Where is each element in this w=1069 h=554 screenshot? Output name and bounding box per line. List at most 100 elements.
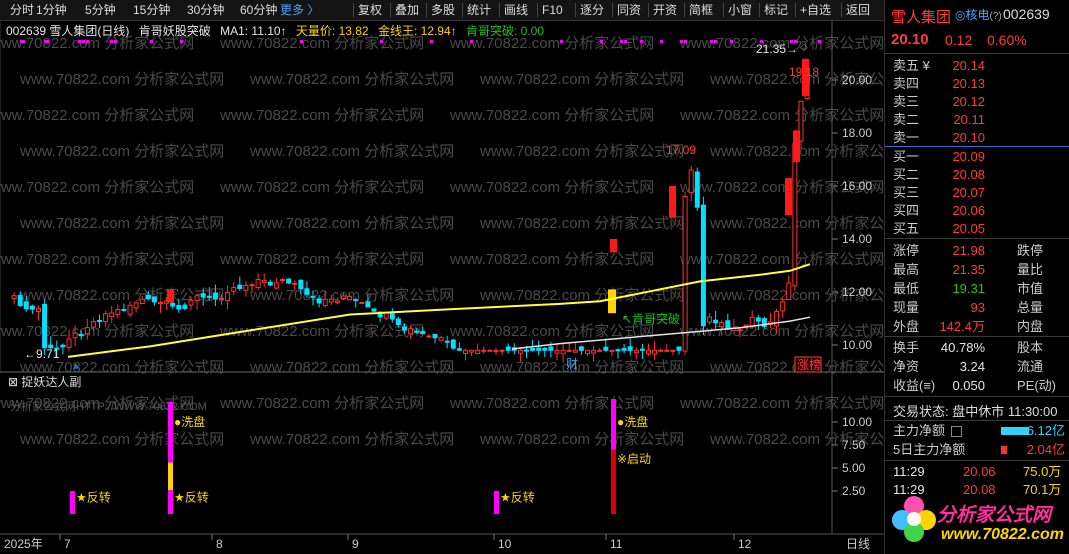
candle-body	[444, 340, 450, 343]
candle-body	[487, 349, 493, 352]
stat-row-label2: 市值	[1017, 281, 1044, 296]
watermark: www.70822.com 分析家公式网	[19, 359, 224, 376]
period-tab-0[interactable]: 分时	[10, 0, 34, 20]
signal-dot	[710, 40, 713, 43]
candle-body-strong	[669, 186, 676, 218]
toolbar-button-1[interactable]: 叠加	[395, 0, 419, 20]
signal-dot	[86, 40, 89, 43]
candle-body	[493, 349, 499, 352]
buy-level-value: 20.07	[952, 185, 985, 200]
candle-body	[554, 349, 560, 354]
stock-name: 雪人集团	[891, 9, 952, 26]
buy-level: 买二 20.08	[893, 165, 1065, 184]
qidong-bar	[611, 449, 616, 514]
stat-row-label2: 量比	[1017, 262, 1044, 277]
period-tab-3[interactable]: 15分钟	[133, 0, 170, 20]
buy-level-value: 20.06	[952, 203, 985, 218]
toolbar-button-13[interactable]: 返回	[846, 0, 870, 20]
watermark: www.70822.com 分析家公式网	[249, 215, 454, 232]
fanzhuan-bar	[70, 491, 75, 514]
main-net-value: -6.12亿	[1022, 423, 1065, 438]
watermark: www.70822.com 分析家公式网	[249, 359, 454, 376]
toolbar-button-10[interactable]: 小窗	[728, 0, 752, 20]
peak-label: 17.09	[666, 143, 696, 157]
last-price: 20.10	[891, 31, 929, 48]
candle-body	[237, 284, 243, 290]
toolbar-button-5[interactable]: F10	[542, 0, 563, 20]
signal-dot	[624, 40, 627, 43]
candle-body	[298, 279, 304, 290]
candle-body	[786, 282, 792, 300]
price-axis-label: 18.00	[842, 126, 872, 140]
watermark: www.70822.com 分析家公式网	[219, 179, 424, 196]
toolbar-button-11[interactable]: 标记	[764, 0, 788, 20]
stat-row-label2: PE(动)	[1017, 378, 1057, 393]
candle-body-strong	[167, 289, 174, 303]
fanzhuan-label: ★反转	[500, 489, 535, 504]
toolbar-button-6[interactable]: 逐分	[580, 0, 604, 20]
signal-dot	[714, 40, 717, 43]
toolbar-button-3[interactable]: 统计	[467, 0, 491, 20]
toolbar-button-8[interactable]: 开资	[653, 0, 677, 20]
candle-body	[713, 319, 719, 324]
candle-body	[145, 294, 151, 300]
signal-dot	[430, 40, 433, 43]
candle-body	[481, 349, 487, 352]
sell-level-value: 20.12	[952, 94, 985, 109]
period-tab-4[interactable]: 30分钟	[187, 0, 224, 20]
buy-level-value: 20.05	[952, 221, 985, 236]
candle-body	[456, 348, 462, 351]
buy-level-label: 买四	[893, 203, 920, 218]
watermark: www.70822.com 分析家公式网	[0, 107, 194, 124]
candle-body	[463, 349, 468, 355]
signal-dot	[150, 40, 153, 43]
period-tab-5[interactable]: 60分钟	[240, 0, 277, 20]
candle-body	[585, 349, 590, 355]
candle-body	[499, 349, 505, 352]
candle-body	[560, 349, 566, 355]
sell-level-value: 20.14	[952, 58, 985, 73]
stat-row: 净资 3.24 流通	[893, 357, 1065, 376]
toolbar-button-7[interactable]: 同资	[617, 0, 641, 20]
concept-tag[interactable]: ◎核电(?)	[955, 6, 1002, 23]
main-net-checkbox[interactable]	[951, 426, 962, 437]
fanzhuan-bar	[494, 491, 499, 514]
toolbar-button-0[interactable]: 复权	[358, 0, 382, 20]
candle-body	[316, 298, 322, 304]
candle-body	[170, 302, 176, 307]
candle-body	[60, 344, 66, 348]
toolbar-button-4[interactable]: 画线	[504, 0, 528, 20]
toolbar-button-2[interactable]: 多股	[431, 0, 455, 20]
candle-body	[194, 295, 200, 302]
candle-body	[182, 304, 188, 309]
stat-row: 最低 19.31 市值	[893, 279, 1065, 298]
candle-body	[304, 288, 310, 295]
kline-chart[interactable]: www.70822.com 分析家公式网 www.70822.com 分析家公式网…	[0, 20, 884, 554]
period-tab-1[interactable]: 1分钟	[36, 0, 67, 20]
signal-dot	[380, 40, 383, 43]
candle-body	[670, 349, 676, 352]
watermark: www.70822.com 分析家公式网	[449, 179, 654, 196]
candle-body	[408, 328, 414, 335]
watermark: www.70822.com 分析家公式网	[479, 359, 684, 376]
period-tab-2[interactable]: 5分钟	[85, 0, 116, 20]
watermark: www.70822.com 分析家公式网	[0, 179, 194, 196]
candle-body	[365, 301, 371, 308]
stat-row-label2: 跌停	[1017, 243, 1044, 258]
toolbar-button-9[interactable]: 简框	[689, 0, 713, 20]
flower-logo-icon	[892, 496, 936, 542]
breakout-candle	[608, 289, 616, 314]
candle-body	[676, 346, 682, 351]
more-periods-button[interactable]: 更多 〉	[280, 0, 319, 20]
month-label: 11	[610, 537, 623, 551]
xipan-bar	[168, 401, 173, 463]
diamond-icon: ◇	[800, 42, 808, 53]
candle-body	[267, 281, 273, 286]
toolbar-button-12[interactable]: +自选	[800, 0, 831, 20]
stat-row-value: 3.24	[959, 359, 985, 374]
signal-dot	[470, 40, 473, 43]
xipan-label: ●洗盘	[174, 414, 205, 429]
help-icon[interactable]: (?)	[990, 11, 1002, 22]
toolbar-separator	[612, 3, 613, 17]
stat-row-label: 换手	[893, 340, 920, 355]
